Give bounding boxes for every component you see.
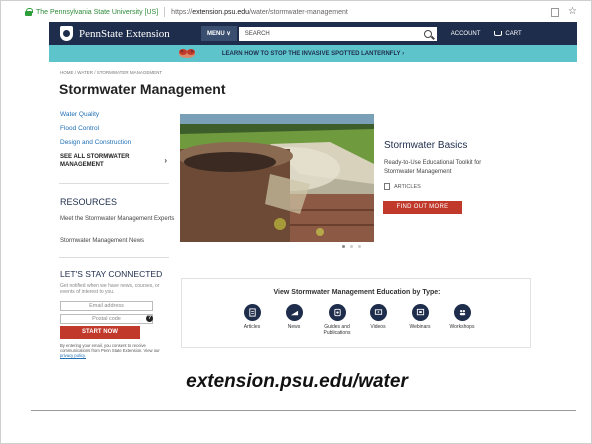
carousel-dot[interactable]	[350, 245, 353, 248]
site-header: PennState Extension MENU ∨ SEARCH ACCOUN…	[49, 22, 577, 45]
postal-code-field[interactable]: Postal code	[60, 314, 153, 324]
slide-frame: The Pennsylvania State University [US] h…	[0, 0, 592, 444]
account-link[interactable]: ACCOUNT	[451, 31, 481, 37]
sidebar-item-water-quality[interactable]: Water Quality	[60, 111, 175, 119]
breadcrumb[interactable]: HOME / WATER / STORMWATER MANAGEMENT	[60, 70, 162, 75]
divider	[59, 257, 169, 258]
sidebar-nav: Water Quality Flood Control Design and C…	[60, 111, 175, 169]
education-type-articles[interactable]: Articles	[230, 304, 274, 330]
cart-link[interactable]: CART	[494, 30, 522, 37]
carousel-dot[interactable]	[358, 245, 361, 248]
sidebar-item-design-construction[interactable]: Design and Construction	[60, 139, 175, 147]
divider	[59, 183, 169, 184]
divider	[31, 410, 576, 411]
page-icon[interactable]	[551, 7, 560, 17]
videos-icon	[369, 304, 387, 321]
page-title: Stormwater Management	[59, 81, 226, 97]
see-all-stormwater-link[interactable]: SEE ALL STORMWATER MANAGEMENT ›	[60, 153, 175, 169]
lock-icon	[25, 8, 33, 16]
education-type-guides[interactable]: Guides and Publications	[315, 304, 359, 336]
education-type-webinars[interactable]: Webinars	[398, 304, 442, 330]
article-icon	[243, 304, 261, 321]
guides-icon	[328, 304, 346, 321]
education-types-panel: View Stormwater Management Education by …	[181, 278, 531, 348]
hero-description: Ready-to-Use Educational Toolkit for Sto…	[384, 160, 482, 175]
resources-heading: RESOURCES	[60, 197, 118, 207]
menu-button[interactable]: MENU ∨	[201, 26, 237, 41]
education-type-news[interactable]: News	[272, 304, 316, 330]
announcement-banner[interactable]: LEARN HOW TO STOP THE INVASIVE SPOTTED L…	[49, 45, 577, 62]
education-types-heading: View Stormwater Management Education by …	[273, 289, 441, 296]
newsletter-description: Get notified when we have news, courses,…	[60, 283, 160, 295]
site-identity[interactable]: The Pennsylvania State University [US]	[36, 9, 158, 16]
find-out-more-button[interactable]: FIND OUT MORE	[383, 201, 462, 214]
slide-caption: extension.psu.edu/water	[186, 371, 408, 392]
help-icon[interactable]: ?	[146, 315, 153, 322]
news-icon	[285, 304, 303, 321]
banner-text: LEARN HOW TO STOP THE INVASIVE SPOTTED L…	[221, 50, 405, 57]
search-input[interactable]: SEARCH	[238, 26, 437, 41]
start-now-button[interactable]: START NOW	[60, 326, 140, 339]
consent-text: By entering your email, you consent to r…	[60, 343, 160, 358]
brand-name[interactable]: PennState Extension	[79, 28, 197, 40]
hero-image[interactable]	[180, 114, 374, 242]
carousel-dot[interactable]	[342, 245, 345, 248]
bookmark-star-icon[interactable]: ☆	[568, 7, 577, 17]
article-icon	[384, 183, 390, 190]
email-field[interactable]: Email address	[60, 301, 153, 311]
newsletter-heading: LET'S STAY CONNECTED	[60, 269, 163, 279]
carousel-indicators[interactable]	[342, 245, 361, 248]
resource-link-news[interactable]: Stormwater Management News	[60, 237, 175, 245]
chevron-right-icon: ›	[164, 156, 167, 165]
education-type-videos[interactable]: Videos	[356, 304, 400, 330]
url-text[interactable]: https://extension.psu.edu/water/stormwat…	[171, 9, 551, 16]
cart-label: CART	[505, 30, 522, 37]
chevron-down-icon: ∨	[226, 31, 231, 37]
penn-state-shield-logo[interactable]	[60, 26, 73, 41]
search-placeholder: SEARCH	[244, 30, 270, 37]
resource-link-experts[interactable]: Meet the Stormwater Management Experts	[60, 215, 175, 223]
browser-address-bar[interactable]: The Pennsylvania State University [US] h…	[25, 4, 577, 20]
cart-icon	[494, 31, 503, 36]
hero-title[interactable]: Stormwater Basics	[384, 140, 467, 151]
education-type-workshops[interactable]: Workshops	[440, 304, 484, 330]
hero-tag: ARTICLES	[384, 183, 421, 190]
lanternfly-icon	[179, 49, 195, 58]
search-icon[interactable]	[423, 29, 432, 38]
privacy-policy-link[interactable]: privacy policy.	[60, 353, 86, 358]
divider	[164, 7, 166, 17]
sidebar-item-flood-control[interactable]: Flood Control	[60, 125, 175, 133]
workshops-icon	[453, 304, 471, 321]
webinars-icon	[411, 304, 429, 321]
